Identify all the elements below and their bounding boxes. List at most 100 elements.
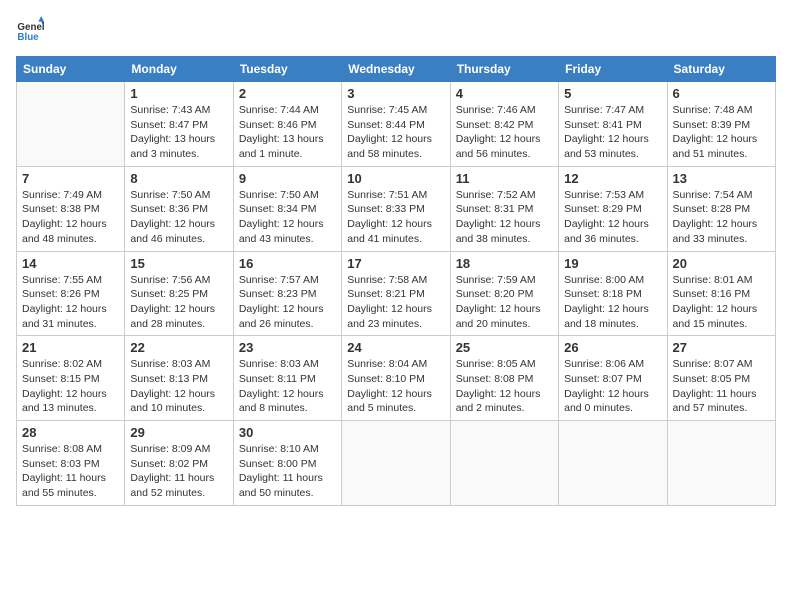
day-number: 14 [22,256,119,271]
day-cell: 7 Sunrise: 7:49 AM Sunset: 8:38 PM Daylig… [17,166,125,251]
day-info: Sunrise: 8:10 AM Sunset: 8:00 PM Dayligh… [239,442,336,501]
day-info: Sunrise: 7:55 AM Sunset: 8:26 PM Dayligh… [22,273,119,332]
day-number: 30 [239,425,336,440]
day-number: 27 [673,340,770,355]
day-info: Sunrise: 7:53 AM Sunset: 8:29 PM Dayligh… [564,188,661,247]
day-cell: 3Sunrise: 7:45 AM Sunset: 8:44 PM Daylig… [342,82,450,167]
day-info: Sunrise: 8:09 AM Sunset: 8:02 PM Dayligh… [130,442,227,501]
day-cell [667,421,775,506]
day-info: Sunrise: 7:50 AM Sunset: 8:36 PM Dayligh… [130,188,227,247]
day-info: Sunrise: 7:57 AM Sunset: 8:23 PM Dayligh… [239,273,336,332]
day-cell: 11 Sunrise: 7:52 AM Sunset: 8:31 PM Dayli… [450,166,558,251]
day-info: Sunrise: 8:07 AM Sunset: 8:05 PM Dayligh… [673,357,770,416]
header: General Blue [16,16,776,44]
day-cell [450,421,558,506]
day-info: Sunrise: 7:47 AM Sunset: 8:41 PM Dayligh… [564,103,661,162]
day-cell: 21 Sunrise: 8:02 AM Sunset: 8:15 PM Dayli… [17,336,125,421]
day-info: Sunrise: 8:02 AM Sunset: 8:15 PM Dayligh… [22,357,119,416]
column-header-tuesday: Tuesday [233,57,341,82]
day-cell: 27 Sunrise: 8:07 AM Sunset: 8:05 PM Dayli… [667,336,775,421]
day-info: Sunrise: 7:45 AM Sunset: 8:44 PM Dayligh… [347,103,444,162]
day-cell: 28 Sunrise: 8:08 AM Sunset: 8:03 PM Dayli… [17,421,125,506]
day-cell: 1Sunrise: 7:43 AM Sunset: 8:47 PM Daylig… [125,82,233,167]
day-info: Sunrise: 7:59 AM Sunset: 8:20 PM Dayligh… [456,273,553,332]
day-cell: 17 Sunrise: 7:58 AM Sunset: 8:21 PM Dayli… [342,251,450,336]
day-cell [342,421,450,506]
day-cell [17,82,125,167]
day-cell: 26Sunrise: 8:06 AM Sunset: 8:07 PM Dayli… [559,336,667,421]
day-number: 28 [22,425,119,440]
day-cell: 13 Sunrise: 7:54 AM Sunset: 8:28 PM Dayli… [667,166,775,251]
column-header-sunday: Sunday [17,57,125,82]
day-number: 18 [456,256,553,271]
day-number: 5 [564,86,661,101]
week-row-5: 28 Sunrise: 8:08 AM Sunset: 8:03 PM Dayli… [17,421,776,506]
day-cell: 22 Sunrise: 8:03 AM Sunset: 8:13 PM Dayli… [125,336,233,421]
day-info: Sunrise: 7:58 AM Sunset: 8:21 PM Dayligh… [347,273,444,332]
day-number: 25 [456,340,553,355]
day-info: Sunrise: 7:46 AM Sunset: 8:42 PM Dayligh… [456,103,553,162]
day-number: 21 [22,340,119,355]
calendar-header: SundayMondayTuesdayWednesdayThursdayFrid… [17,57,776,82]
logo: General Blue [16,16,48,44]
day-cell: 14 Sunrise: 7:55 AM Sunset: 8:26 PM Dayli… [17,251,125,336]
day-number: 9 [239,171,336,186]
day-info: Sunrise: 7:50 AM Sunset: 8:34 PM Dayligh… [239,188,336,247]
day-number: 20 [673,256,770,271]
day-info: Sunrise: 8:00 AM Sunset: 8:18 PM Dayligh… [564,273,661,332]
day-info: Sunrise: 8:03 AM Sunset: 8:11 PM Dayligh… [239,357,336,416]
day-number: 6 [673,86,770,101]
day-info: Sunrise: 7:44 AM Sunset: 8:46 PM Dayligh… [239,103,336,162]
day-number: 24 [347,340,444,355]
week-row-1: 1Sunrise: 7:43 AM Sunset: 8:47 PM Daylig… [17,82,776,167]
day-info: Sunrise: 8:06 AM Sunset: 8:07 PM Dayligh… [564,357,661,416]
day-info: Sunrise: 8:08 AM Sunset: 8:03 PM Dayligh… [22,442,119,501]
logo-icon: General Blue [16,16,44,44]
day-info: Sunrise: 8:05 AM Sunset: 8:08 PM Dayligh… [456,357,553,416]
day-cell: 19Sunrise: 8:00 AM Sunset: 8:18 PM Dayli… [559,251,667,336]
day-number: 12 [564,171,661,186]
day-cell: 24 Sunrise: 8:04 AM Sunset: 8:10 PM Dayli… [342,336,450,421]
calendar-table: SundayMondayTuesdayWednesdayThursdayFrid… [16,56,776,506]
day-info: Sunrise: 7:54 AM Sunset: 8:28 PM Dayligh… [673,188,770,247]
day-cell: 18 Sunrise: 7:59 AM Sunset: 8:20 PM Dayli… [450,251,558,336]
day-cell: 29 Sunrise: 8:09 AM Sunset: 8:02 PM Dayli… [125,421,233,506]
day-number: 10 [347,171,444,186]
day-cell: 16Sunrise: 7:57 AM Sunset: 8:23 PM Dayli… [233,251,341,336]
day-number: 15 [130,256,227,271]
week-row-2: 7 Sunrise: 7:49 AM Sunset: 8:38 PM Daylig… [17,166,776,251]
day-info: Sunrise: 7:51 AM Sunset: 8:33 PM Dayligh… [347,188,444,247]
day-number: 22 [130,340,227,355]
day-info: Sunrise: 8:01 AM Sunset: 8:16 PM Dayligh… [673,273,770,332]
day-cell: 9 Sunrise: 7:50 AM Sunset: 8:34 PM Daylig… [233,166,341,251]
day-number: 11 [456,171,553,186]
column-header-monday: Monday [125,57,233,82]
day-info: Sunrise: 7:52 AM Sunset: 8:31 PM Dayligh… [456,188,553,247]
day-number: 17 [347,256,444,271]
day-cell: 25 Sunrise: 8:05 AM Sunset: 8:08 PM Dayli… [450,336,558,421]
day-cell: 23 Sunrise: 8:03 AM Sunset: 8:11 PM Dayli… [233,336,341,421]
day-cell: 12 Sunrise: 7:53 AM Sunset: 8:29 PM Dayli… [559,166,667,251]
column-header-saturday: Saturday [667,57,775,82]
day-number: 13 [673,171,770,186]
day-number: 1 [130,86,227,101]
svg-text:Blue: Blue [17,32,39,43]
day-info: Sunrise: 7:48 AM Sunset: 8:39 PM Dayligh… [673,103,770,162]
day-cell: 10 Sunrise: 7:51 AM Sunset: 8:33 PM Dayli… [342,166,450,251]
day-info: Sunrise: 8:03 AM Sunset: 8:13 PM Dayligh… [130,357,227,416]
column-header-thursday: Thursday [450,57,558,82]
column-header-wednesday: Wednesday [342,57,450,82]
day-number: 7 [22,171,119,186]
day-cell: 5 Sunrise: 7:47 AM Sunset: 8:41 PM Daylig… [559,82,667,167]
week-row-3: 14 Sunrise: 7:55 AM Sunset: 8:26 PM Dayli… [17,251,776,336]
day-cell: 8 Sunrise: 7:50 AM Sunset: 8:36 PM Daylig… [125,166,233,251]
day-number: 29 [130,425,227,440]
day-number: 2 [239,86,336,101]
day-cell: 2 Sunrise: 7:44 AM Sunset: 8:46 PM Daylig… [233,82,341,167]
day-info: Sunrise: 8:04 AM Sunset: 8:10 PM Dayligh… [347,357,444,416]
day-number: 23 [239,340,336,355]
day-info: Sunrise: 7:49 AM Sunset: 8:38 PM Dayligh… [22,188,119,247]
day-number: 8 [130,171,227,186]
day-info: Sunrise: 7:56 AM Sunset: 8:25 PM Dayligh… [130,273,227,332]
column-header-friday: Friday [559,57,667,82]
